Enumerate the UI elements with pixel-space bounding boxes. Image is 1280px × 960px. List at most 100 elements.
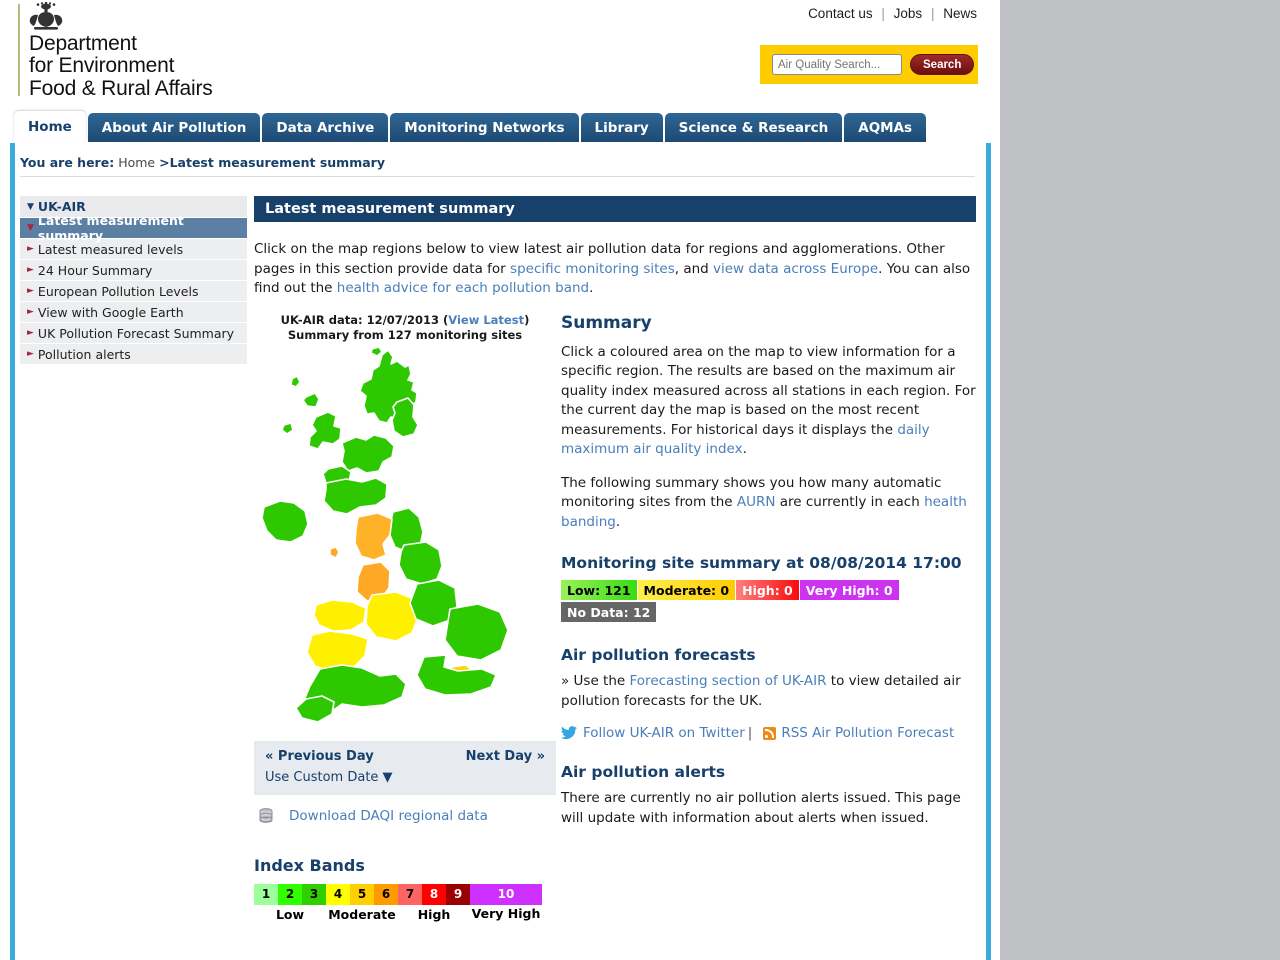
index-bands-labels: Low Moderate High Very High <box>254 906 556 922</box>
search-bar: Search <box>760 45 978 84</box>
breadcrumb-separator: > <box>159 155 170 170</box>
sidebar-item-pollution-alerts[interactable]: ► Pollution alerts <box>20 344 247 365</box>
sidebar: ▼ UK-AIR ▼ Latest measurement summary ► … <box>20 196 247 365</box>
summary-paragraph-1: Click a coloured area on the map to view… <box>561 343 976 460</box>
page-container: Department for Environment Food & Rural … <box>0 0 1000 960</box>
alerts-title: Air pollution alerts <box>561 763 726 781</box>
right-accent-bar <box>986 143 991 960</box>
tab-monitoring-networks[interactable]: Monitoring Networks <box>390 113 579 142</box>
band-5: 5 <box>350 883 374 905</box>
royal-crest-icon <box>29 2 63 30</box>
forecasts-paragraph: » Use the Forecasting section of UK-AIR … <box>561 672 976 711</box>
map-caption: UK-AIR data: 12/07/2013 (View Latest) Su… <box>254 313 556 343</box>
twitter-icon <box>561 726 577 740</box>
region-south-scotland <box>323 476 388 515</box>
day-nav-row: « Previous Day Next Day » <box>265 749 545 764</box>
index-bands-title: Index Bands <box>254 855 365 875</box>
forecasts-title: Air pollution forecasts <box>561 646 756 664</box>
summary-p2-text-c: . <box>615 513 621 530</box>
rss-forecast-link[interactable]: RSS Air Pollution Forecast <box>781 725 954 741</box>
region-central-scotland <box>341 433 395 474</box>
divider: | <box>881 6 885 21</box>
sidebar-item-label: UK Pollution Forecast Summary <box>37 325 235 341</box>
region-western-isles <box>290 374 301 388</box>
download-daqi-link[interactable]: Download DAQI regional data <box>289 808 488 824</box>
status-badge-moderate: Moderate: 0 <box>637 580 736 600</box>
uk-air-quality-map[interactable] <box>254 343 556 741</box>
sidebar-item-label: View with Google Earth <box>37 304 184 320</box>
map-caption-line2: Summary from 127 monitoring sites <box>287 327 523 342</box>
summary-p2-text-b: are currently in each <box>775 494 925 510</box>
band-8: 8 <box>422 883 446 905</box>
department-name: Department for Environment Food & Rural … <box>29 32 213 100</box>
summary-title: Summary <box>561 312 652 333</box>
link-specific-monitoring-sites[interactable]: specific monitoring sites <box>510 261 675 277</box>
link-view-data-across-europe[interactable]: view data across Europe <box>713 261 878 277</box>
region-eastern <box>444 602 509 661</box>
breadcrumb-home[interactable]: Home <box>118 155 155 170</box>
region-north-west-england <box>354 511 393 561</box>
sidebar-item-24-hour-summary[interactable]: ► 24 Hour Summary <box>20 260 247 281</box>
region-north-wales <box>313 598 367 632</box>
link-aurn[interactable]: AURN <box>737 494 776 510</box>
twitter-follow-link[interactable]: Follow UK-AIR on Twitter <box>583 725 745 741</box>
dept-line-3: Food & Rural Affairs <box>29 76 213 100</box>
link-view-latest[interactable]: View Latest <box>448 313 524 327</box>
content-columns: UK-AIR data: 12/07/2013 (View Latest) Su… <box>254 313 976 922</box>
link-contact-us[interactable]: Contact us <box>808 6 873 21</box>
use-custom-date-dropdown[interactable]: Use Custom Date ▼ <box>265 770 393 785</box>
main-content: Latest measurement summary Click on the … <box>254 196 976 922</box>
link-health-advice[interactable]: health advice for each pollution band <box>337 280 589 296</box>
tab-home[interactable]: Home <box>14 111 86 142</box>
caret-right-icon: ► <box>27 307 34 317</box>
crest-rule <box>18 4 20 96</box>
sidebar-item-label: Latest measured levels <box>37 241 184 257</box>
previous-day-button[interactable]: « Previous Day <box>265 749 374 764</box>
tab-aqmas[interactable]: AQMAs <box>844 113 927 142</box>
link-news[interactable]: News <box>943 6 977 21</box>
region-cornwall <box>295 694 335 723</box>
download-row: Download DAQI regional data <box>254 808 556 824</box>
utility-links: Contact us | Jobs | News <box>808 6 977 21</box>
dept-line-2: for Environment <box>29 54 175 78</box>
region-argyll <box>308 410 342 450</box>
sidebar-item-view-with-google-earth[interactable]: ► View with Google Earth <box>20 302 247 323</box>
map-caption-line1: UK-AIR data: 12/07/2013 (View Latest) <box>254 313 556 328</box>
breadcrumb: You are here: Home >Latest measurement s… <box>20 155 385 170</box>
region-yorkshire-humberside <box>398 540 443 585</box>
band-10: 10 <box>470 883 542 905</box>
monitoring-site-summary-title: Monitoring site summary at 08/08/2014 17… <box>561 554 962 572</box>
tab-data-archive[interactable]: Data Archive <box>262 113 389 142</box>
day-navigation-bar: « Previous Day Next Day » Use Custom Dat… <box>254 740 556 795</box>
page-title: Latest measurement summary <box>254 196 976 222</box>
site-header: Department for Environment Food & Rural … <box>0 0 1000 108</box>
status-badge-very-high: Very High: 0 <box>799 580 899 600</box>
left-accent-bar <box>10 143 15 960</box>
tab-about-air-pollution[interactable]: About Air Pollution <box>87 113 261 142</box>
tab-library[interactable]: Library <box>580 113 663 142</box>
band-label-low: Low <box>275 906 305 922</box>
band-label-high: High <box>417 906 451 922</box>
summary-p1-end: . <box>742 441 747 457</box>
summary-column: Summary Click a coloured area on the map… <box>561 313 976 922</box>
link-forecasting-section[interactable]: Forecasting section of UK-AIR <box>630 673 827 689</box>
band-2: 2 <box>278 883 302 905</box>
search-input[interactable] <box>772 54 902 75</box>
caret-right-icon: ► <box>27 286 34 296</box>
link-jobs[interactable]: Jobs <box>894 6 923 21</box>
database-icon <box>259 807 273 823</box>
sidebar-item-uk-pollution-forecast-summary[interactable]: ► UK Pollution Forecast Summary <box>20 323 247 344</box>
map-column: UK-AIR data: 12/07/2013 (View Latest) Su… <box>254 313 556 922</box>
tab-science-research[interactable]: Science & Research <box>664 113 843 142</box>
sidebar-item-latest-measurement-summary[interactable]: ▼ Latest measurement summary <box>20 213 247 243</box>
next-day-button[interactable]: Next Day » <box>466 749 545 764</box>
search-button[interactable]: Search <box>910 54 975 75</box>
sidebar-item-label: Latest measurement summary <box>37 213 184 243</box>
band-6: 6 <box>374 883 398 905</box>
sidebar-item-european-pollution-levels[interactable]: ► European Pollution Levels <box>20 281 247 302</box>
uk-map-svg[interactable] <box>254 346 556 741</box>
caret-down-icon: ▼ <box>27 201 34 212</box>
region-isle-of-man <box>329 545 340 559</box>
band-4: 4 <box>326 883 350 905</box>
status-badge-group: Low: 121 Moderate: 0 High: 0 Very High: … <box>561 580 921 624</box>
